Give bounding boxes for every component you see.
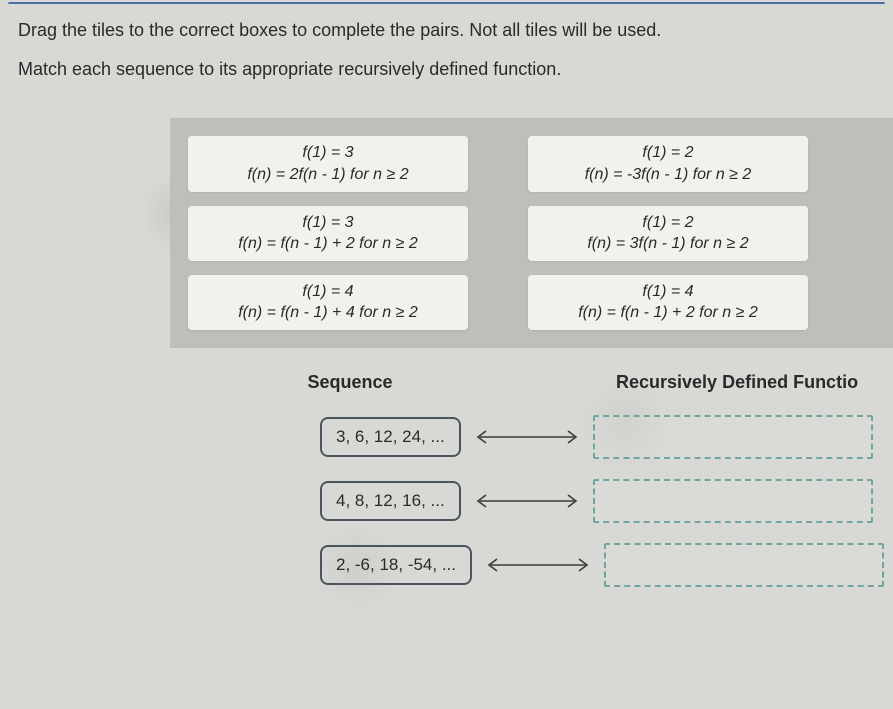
drop-zone[interactable] [593, 415, 873, 459]
tile-option[interactable]: f(1) = 4 f(n) = f(n - 1) + 2 for n ≥ 2 [528, 275, 808, 330]
function-header: Recursively Defined Functio [530, 372, 893, 393]
tile-line-1: f(1) = 3 [302, 214, 353, 231]
double-arrow-icon [467, 489, 587, 513]
match-row: 3, 6, 12, 24, ... [170, 415, 893, 459]
tile-option[interactable]: f(1) = 2 f(n) = 3f(n - 1) for n ≥ 2 [528, 206, 808, 261]
tile-line-2: f(n) = 2f(n - 1) for n ≥ 2 [247, 166, 408, 183]
sequence-box[interactable]: 4, 8, 12, 16, ... [320, 481, 461, 521]
sequence-box[interactable]: 2, -6, 18, -54, ... [320, 545, 472, 585]
tile-line-1: f(1) = 2 [642, 214, 693, 231]
match-row: 4, 8, 12, 16, ... [170, 479, 893, 523]
tile-line-1: f(1) = 2 [642, 144, 693, 161]
drop-zone[interactable] [593, 479, 873, 523]
tile-line-2: f(n) = f(n - 1) + 4 for n ≥ 2 [238, 304, 418, 321]
instruction-line-2: Match each sequence to its appropriate r… [18, 57, 875, 82]
sequence-header: Sequence [170, 372, 530, 393]
double-arrow-icon [478, 553, 598, 577]
tile-option[interactable]: f(1) = 2 f(n) = -3f(n - 1) for n ≥ 2 [528, 136, 808, 191]
tile-line-1: f(1) = 3 [302, 144, 353, 161]
double-arrow-icon [467, 425, 587, 449]
tile-line-1: f(1) = 4 [642, 283, 693, 300]
tile-line-2: f(n) = f(n - 1) + 2 for n ≥ 2 [238, 235, 418, 252]
tile-option[interactable]: f(1) = 3 f(n) = 2f(n - 1) for n ≥ 2 [188, 136, 468, 191]
tile-option[interactable]: f(1) = 3 f(n) = f(n - 1) + 2 for n ≥ 2 [188, 206, 468, 261]
sequence-box[interactable]: 3, 6, 12, 24, ... [320, 417, 461, 457]
drop-zone[interactable] [604, 543, 884, 587]
tile-line-2: f(n) = f(n - 1) + 2 for n ≥ 2 [578, 304, 758, 321]
instruction-line-1: Drag the tiles to the correct boxes to c… [18, 18, 875, 43]
tile-option[interactable]: f(1) = 4 f(n) = f(n - 1) + 4 for n ≥ 2 [188, 275, 468, 330]
match-row: 2, -6, 18, -54, ... [170, 543, 893, 587]
matching-area: Sequence Recursively Defined Functio 3, … [0, 372, 893, 607]
tiles-area: f(1) = 3 f(n) = 2f(n - 1) for n ≥ 2 f(1)… [170, 118, 893, 348]
tile-line-1: f(1) = 4 [302, 283, 353, 300]
instructions: Drag the tiles to the correct boxes to c… [0, 4, 893, 102]
tile-line-2: f(n) = -3f(n - 1) for n ≥ 2 [585, 166, 752, 183]
tile-line-2: f(n) = 3f(n - 1) for n ≥ 2 [587, 235, 748, 252]
